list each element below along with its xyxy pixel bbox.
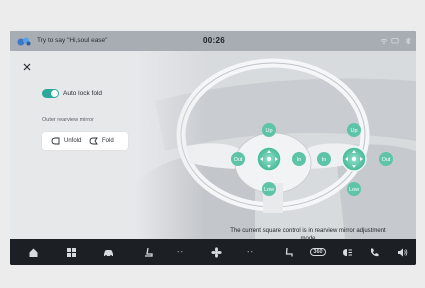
- right-up-button[interactable]: Up: [347, 123, 361, 137]
- svg-text:In: In: [297, 157, 302, 163]
- voice-assistant-icon[interactable]: [17, 36, 31, 47]
- close-icon[interactable]: [21, 61, 33, 73]
- svg-text:Low: Low: [264, 187, 274, 193]
- svg-text:Up: Up: [350, 128, 357, 134]
- left-control-pad[interactable]: [256, 146, 282, 172]
- svg-text:Up: Up: [265, 128, 272, 134]
- temp-right-text: - -: [247, 249, 253, 255]
- seat-icon[interactable]: [141, 245, 155, 259]
- headlight-icon[interactable]: [340, 245, 354, 259]
- right-out-button[interactable]: Out: [379, 152, 393, 166]
- auto-lock-fold-row: Auto lock fold: [42, 87, 102, 99]
- temp-right[interactable]: - -: [240, 245, 260, 259]
- outer-mirror-label: Outer rearview mirror: [42, 117, 94, 123]
- fan-icon[interactable]: [209, 245, 223, 259]
- camera-360-label: 360: [310, 248, 326, 256]
- mode-caption: The current square control is in rearvie…: [230, 228, 386, 239]
- svg-text:Out: Out: [234, 157, 243, 163]
- bottom-dock: - - - - 360: [10, 239, 416, 265]
- volume-icon[interactable]: [395, 245, 409, 259]
- voice-hint-text: Try to say "Hi,soul ease": [37, 37, 108, 44]
- phone-icon[interactable]: [367, 245, 381, 259]
- right-low-button[interactable]: Low: [347, 182, 361, 196]
- svg-text:Out: Out: [382, 157, 391, 163]
- temp-left[interactable]: - -: [170, 245, 190, 259]
- mirror-settings-panel: Up Low Out In Up Low In Out Auto lock fo…: [10, 51, 416, 239]
- apps-grid-icon[interactable]: [64, 245, 78, 259]
- left-in-button[interactable]: In: [292, 152, 306, 166]
- home-icon[interactable]: [26, 245, 40, 259]
- steering-wheel-illustration: Up Low Out In Up Low In Out: [135, 51, 416, 239]
- toggle-knob: [51, 89, 58, 97]
- mirror-fold-control: Unfold Fold: [42, 132, 128, 150]
- car-screen: Try to say "Hi,soul ease" 00:26 Up Low O…: [10, 31, 416, 265]
- fold-button[interactable]: Fold: [87, 132, 114, 150]
- auto-lock-fold-label: Auto lock fold: [63, 89, 103, 97]
- status-bar: Try to say "Hi,soul ease" 00:26: [10, 31, 416, 51]
- right-in-button[interactable]: In: [317, 152, 331, 166]
- right-control-pad[interactable]: [341, 146, 367, 172]
- camera-360-button[interactable]: 360: [308, 245, 328, 259]
- unfold-button[interactable]: Unfold: [42, 132, 87, 150]
- clock: 00:26: [203, 36, 225, 45]
- seat-heat-icon[interactable]: [282, 245, 296, 259]
- auto-lock-fold-toggle[interactable]: [42, 88, 59, 98]
- left-up-button[interactable]: Up: [262, 123, 276, 137]
- svg-text:In: In: [322, 157, 327, 163]
- bluetooth-icon: [405, 37, 411, 45]
- temp-left-text: - -: [177, 249, 183, 255]
- mirror-fold-icon: [89, 137, 98, 145]
- fold-label: Fold: [102, 138, 114, 144]
- wifi-icon: [380, 38, 388, 45]
- screen-icon: [391, 38, 399, 44]
- svg-text:Low: Low: [349, 187, 359, 193]
- unfold-label: Unfold: [64, 138, 82, 144]
- left-low-button[interactable]: Low: [262, 182, 276, 196]
- mirror-unfold-icon: [51, 137, 60, 145]
- left-out-button[interactable]: Out: [231, 152, 245, 166]
- car-icon[interactable]: [101, 245, 115, 259]
